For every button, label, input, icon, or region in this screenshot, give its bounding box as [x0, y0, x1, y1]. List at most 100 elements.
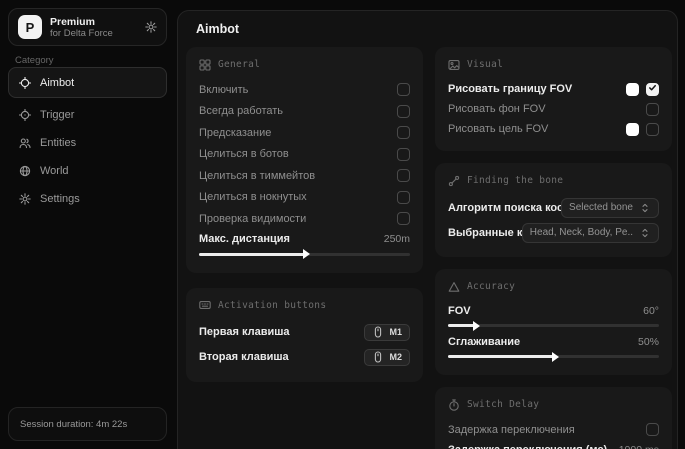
license-text: Premium for Delta Force — [50, 16, 113, 39]
sidebar-item-entities[interactable]: Entities — [8, 129, 167, 157]
gear-icon[interactable] — [145, 21, 157, 33]
setting-label: Проверка видимости — [199, 213, 306, 225]
slider-thumb[interactable] — [303, 249, 310, 259]
setting-value: 1000 ms — [619, 444, 659, 449]
dropdown[interactable]: Selected bone — [561, 198, 659, 218]
sidebar-item-settings[interactable]: Settings — [8, 185, 167, 213]
slider[interactable] — [448, 355, 659, 358]
checkbox-setting-fov: Рисовать фон FOV — [448, 99, 659, 119]
checkbox[interactable] — [397, 191, 410, 204]
main-panel: Aimbot GeneralВключитьВсегда работатьПре… — [177, 10, 678, 449]
license-card: P Premium for Delta Force — [8, 8, 167, 46]
slider-setting-: Сглаживание50% — [448, 332, 659, 358]
checkbox[interactable] — [397, 83, 410, 96]
sidebar-item-aimbot[interactable]: Aimbot — [8, 67, 167, 98]
checkbox-setting-: Всегда работать — [199, 101, 410, 123]
color-swatch[interactable] — [626, 123, 639, 136]
category-label: Category — [15, 55, 54, 66]
checkbox-setting-: Целиться в ботов — [199, 144, 410, 166]
checkbox[interactable] — [397, 105, 410, 118]
setting-controls — [397, 148, 410, 161]
dropdown-setting-: Выбранные костиHead, Neck, Body, Pe.. — [448, 220, 659, 245]
slider-thumb[interactable] — [552, 352, 559, 362]
sidebar: P Premium for Delta Force Category Aimbo… — [0, 0, 175, 449]
keybind-button[interactable]: M1 — [364, 324, 410, 341]
slider[interactable] — [199, 253, 410, 256]
check-icon — [648, 83, 657, 95]
card-header: Accuracy — [448, 279, 659, 294]
checkbox[interactable] — [397, 212, 410, 225]
crosshair-icon — [18, 77, 31, 89]
setting-controls — [397, 126, 410, 139]
setting-controls — [646, 103, 659, 116]
checkbox[interactable] — [397, 148, 410, 161]
keyboard-icon — [199, 299, 211, 311]
slider-setting-fov: FOV60° — [448, 301, 659, 327]
page-title: Aimbot — [196, 22, 239, 36]
mouse-icon — [372, 326, 384, 338]
sidebar-item-world[interactable]: World — [8, 157, 167, 185]
setting-label: Целиться в ботов — [199, 148, 289, 160]
app-logo: P — [18, 15, 42, 39]
app-subtitle: for Delta Force — [50, 28, 113, 39]
setting-label: Включить — [199, 84, 248, 96]
timer-icon — [448, 399, 460, 411]
checkbox-setting-: Целиться в тиммейтов — [199, 165, 410, 187]
slider-fill — [448, 324, 475, 327]
checkbox[interactable] — [646, 423, 659, 436]
checkbox[interactable] — [646, 103, 659, 116]
slider-head: Сглаживание50% — [448, 332, 659, 351]
dropdown-value: Head, Neck, Body, Pe.. — [530, 227, 633, 238]
checkbox-setting-fov: Рисовать цель FOV — [448, 119, 659, 139]
cards-area: GeneralВключитьВсегда работатьПредсказан… — [186, 47, 672, 449]
slider-head: FOV60° — [448, 301, 659, 320]
setting-controls — [397, 191, 410, 204]
checkbox[interactable] — [397, 169, 410, 182]
setting-value: 250m — [384, 233, 410, 245]
app-title: Premium — [50, 16, 113, 28]
checkbox[interactable] — [646, 83, 659, 96]
slider[interactable] — [448, 324, 659, 327]
slider-head: Задержка переключения (мс)1000 ms — [448, 441, 659, 449]
setting-controls — [397, 169, 410, 182]
setting-controls — [397, 212, 410, 225]
sidebar-nav: Aimbot Trigger Entities World Settings — [8, 67, 167, 213]
setting-controls — [397, 105, 410, 118]
setting-value: 60° — [643, 305, 659, 317]
setting-controls — [397, 83, 410, 96]
setting-controls — [626, 123, 659, 136]
card-finding-the-bone: Finding the boneАлгоритм поиска костейSe… — [435, 163, 672, 257]
sidebar-item-label: Entities — [40, 137, 76, 149]
card-title: Activation buttons — [218, 300, 326, 311]
card-title: Switch Delay — [467, 399, 539, 410]
color-swatch[interactable] — [626, 83, 639, 96]
card-title: Finding the bone — [467, 175, 563, 186]
card-switch-delay: Switch Delay Задержка переключенияЗадержк… — [435, 387, 672, 449]
keybind-value: M1 — [389, 327, 402, 337]
slider-thumb[interactable] — [473, 321, 480, 331]
bone-icon — [448, 175, 460, 187]
checkbox[interactable] — [397, 126, 410, 139]
checkbox-setting-: Включить — [199, 79, 410, 101]
checkbox-setting-: Целиться в нокнутых — [199, 187, 410, 209]
card-header: Visual — [448, 57, 659, 72]
setting-label: Макс. дистанция — [199, 233, 290, 245]
checkbox[interactable] — [646, 123, 659, 136]
slider-head: Макс. дистанция 250m — [199, 230, 410, 249]
checkbox-setting-: Задержка переключения — [448, 419, 659, 441]
image-icon — [448, 59, 460, 71]
keybind-button[interactable]: M2 — [364, 349, 410, 366]
setting-label: Целиться в тиммейтов — [199, 170, 315, 182]
settings-icon — [18, 193, 31, 205]
slider-setting-: Задержка переключения (мс)1000 ms — [448, 441, 659, 449]
card-header: Finding the bone — [448, 173, 659, 188]
dropdown[interactable]: Head, Neck, Body, Pe.. — [522, 223, 659, 243]
checkbox-setting-fov: Рисовать границу FOV — [448, 79, 659, 99]
sidebar-item-label: Settings — [40, 193, 80, 205]
entities-icon — [18, 137, 31, 149]
card-title: General — [218, 59, 260, 70]
setting-label: Целиться в нокнутых — [199, 191, 307, 203]
card-accuracy: Accuracy FOV60° Сглаживание50% — [435, 269, 672, 375]
sidebar-item-trigger[interactable]: Trigger — [8, 101, 167, 129]
triangle-icon — [448, 281, 460, 293]
